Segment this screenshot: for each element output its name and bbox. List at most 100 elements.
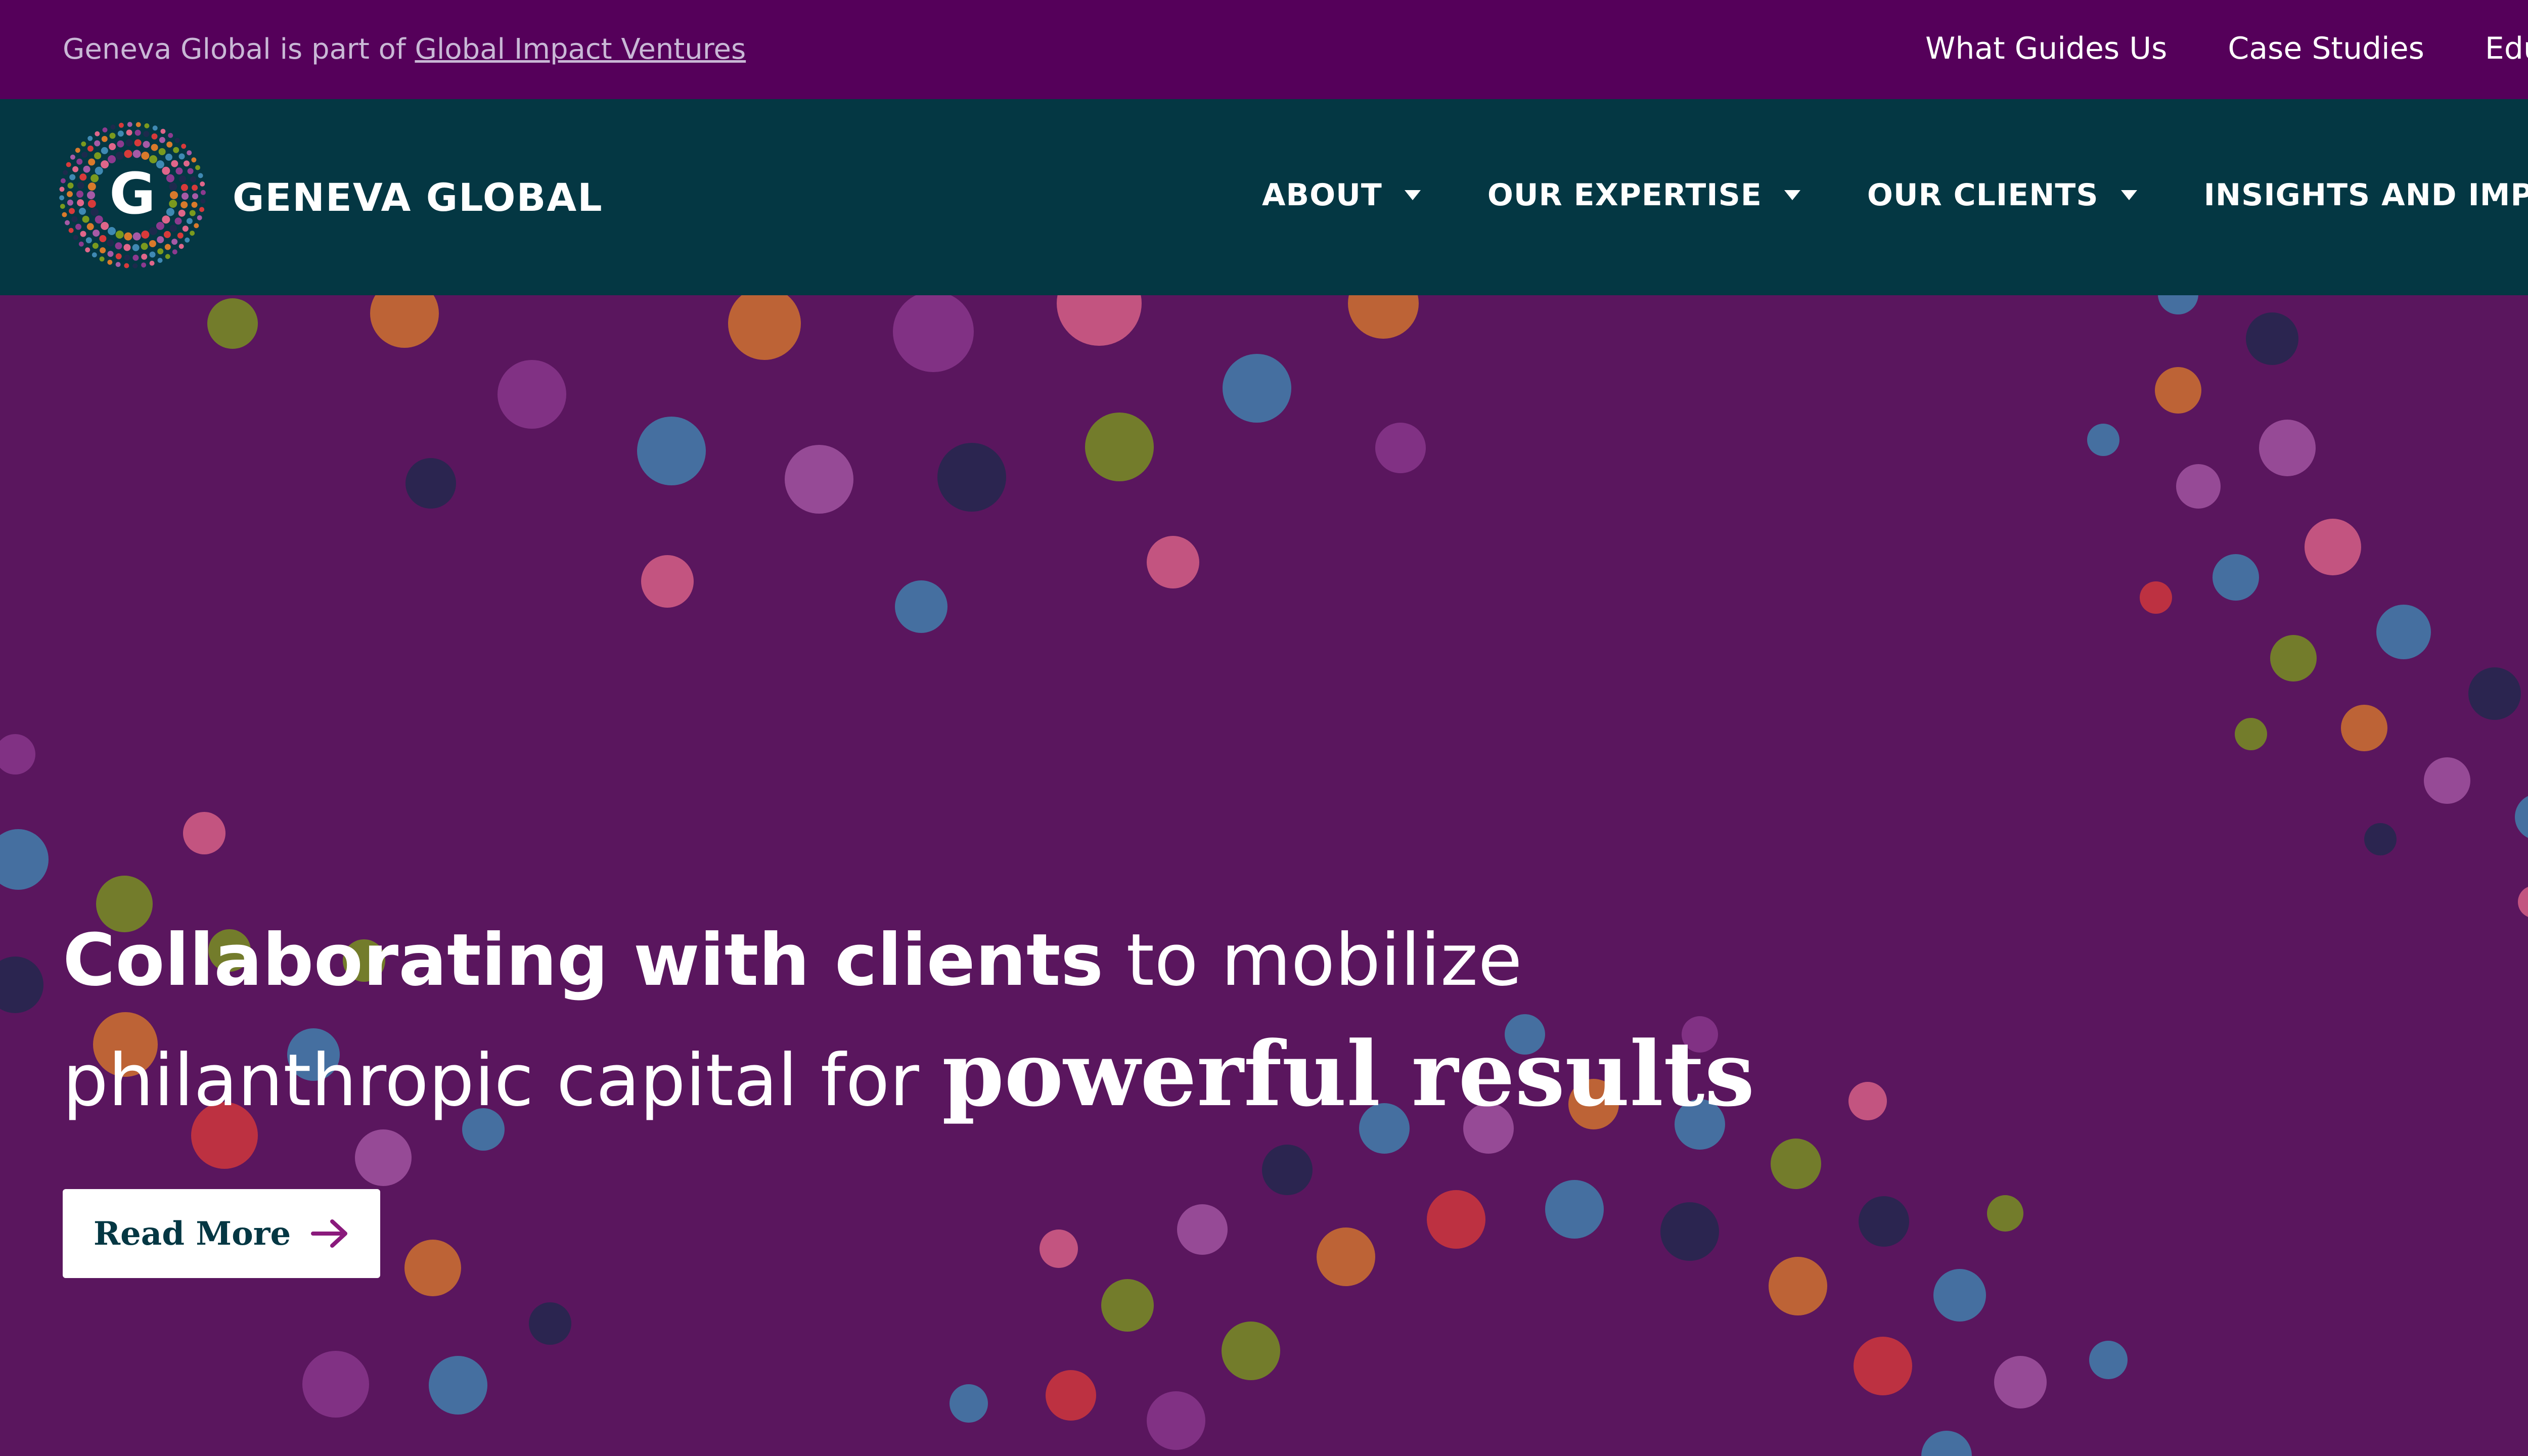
logo-dot	[178, 153, 185, 160]
logo-dot	[115, 231, 124, 239]
hero-headline-emphasis: powerful results	[942, 1022, 1755, 1126]
decorative-dot	[2089, 1341, 2128, 1379]
decorative-dot	[1085, 413, 1154, 481]
logo-dot	[81, 152, 88, 158]
logo-dot	[65, 220, 70, 225]
logo-dot	[149, 240, 156, 247]
top-utility-bar: Geneva Global is part of Global Impact V…	[0, 0, 2528, 99]
logo-dot	[141, 253, 148, 260]
logo-dot	[141, 231, 150, 239]
nav-item-about-label: ABOUT	[1262, 177, 1382, 213]
logo-dot	[79, 173, 87, 181]
logo-dot	[132, 263, 138, 268]
chevron-down-icon[interactable]	[2120, 190, 2137, 200]
decorative-dot	[1769, 1257, 1827, 1315]
decorative-dot	[1046, 1370, 1096, 1421]
logo-icon[interactable]: G	[57, 119, 208, 271]
decorative-dot	[1101, 1279, 1154, 1332]
decorative-dot	[895, 580, 947, 633]
read-more-label: Read More	[93, 1214, 291, 1253]
logo-dot	[92, 243, 99, 249]
decorative-dot	[1317, 1227, 1375, 1286]
logo-dot	[109, 143, 116, 150]
decorative-dot	[1933, 1269, 1986, 1322]
decorative-dot	[2213, 554, 2259, 601]
utility-link-what-guides-us[interactable]: What Guides Us	[1925, 28, 2167, 69]
logo-dot	[101, 221, 109, 230]
decorative-dot	[2376, 605, 2431, 659]
decorative-dot	[728, 287, 801, 360]
logo-dot	[141, 152, 150, 160]
logo-dot	[87, 183, 96, 191]
logo-dot	[85, 237, 92, 244]
hero-headline-line-1: Collaborating with clients to mobilize	[63, 905, 1883, 1016]
logo-dot	[159, 136, 165, 143]
logo-dot	[163, 231, 171, 238]
decorative-dot	[2341, 705, 2387, 751]
nav-menu: ABOUT OUR EXPERTISE OUR CLIENTS INSIGHTS…	[1262, 170, 2528, 220]
arrow-right-icon	[311, 1219, 348, 1248]
logo-dot	[91, 174, 99, 183]
chevron-down-icon[interactable]	[1784, 190, 1800, 200]
logo-dot	[149, 251, 156, 258]
utility-link-case-studies[interactable]: Case Studies	[2228, 28, 2424, 69]
main-navigation: G GENEVA GLOBAL ABOUT OUR EXPERTISE OUR …	[0, 99, 2528, 295]
read-more-button[interactable]: Read More	[63, 1189, 380, 1278]
logo-dot	[79, 207, 86, 215]
logo-dot	[99, 256, 105, 262]
logo-dot	[195, 165, 200, 170]
chevron-down-icon[interactable]	[1404, 190, 1421, 200]
decorative-dot	[1994, 1356, 2047, 1408]
logo-dot	[162, 166, 170, 175]
decorative-dot	[1262, 1145, 1313, 1195]
nav-item-about[interactable]: ABOUT	[1262, 177, 1421, 213]
decorative-dot	[1147, 536, 1199, 588]
logo-dot	[63, 170, 68, 175]
decorative-dot	[1223, 354, 1291, 423]
utility-link-educat[interactable]: Educat	[2485, 28, 2528, 69]
parent-company-prefix: Geneva Global is part of	[63, 33, 415, 66]
decorative-dot	[1545, 1180, 1604, 1239]
logo-letter: G	[109, 161, 156, 227]
logo-dot	[124, 232, 132, 241]
decorative-dot	[641, 555, 694, 608]
logo-dot	[124, 263, 129, 268]
logo-dot	[180, 184, 188, 191]
logo-dot	[78, 241, 84, 247]
decorative-dot	[1859, 1196, 1909, 1247]
decorative-dot	[183, 812, 225, 854]
decorative-dot	[2087, 424, 2119, 456]
logo-dot	[94, 152, 102, 160]
parent-company-link[interactable]: Global Impact Ventures	[415, 33, 746, 66]
nav-item-our-clients[interactable]: OUR CLIENTS	[1867, 177, 2137, 213]
logo-dot	[77, 199, 84, 207]
logo-dot	[151, 133, 158, 140]
logo-dot	[157, 258, 163, 263]
logo-dot	[70, 154, 75, 160]
logo-dot	[169, 200, 177, 208]
decorative-dot	[1660, 1202, 1719, 1261]
nav-item-our-clients-label: OUR CLIENTS	[1867, 177, 2099, 213]
logo-dot	[102, 127, 108, 132]
nav-item-our-expertise[interactable]: OUR EXPERTISE	[1487, 177, 1800, 213]
logo-dot	[157, 236, 164, 244]
nav-item-insights-and-impact[interactable]: INSIGHTS AND IMPACT	[2204, 177, 2528, 213]
decorative-dot	[498, 360, 566, 429]
logo-dot	[174, 217, 182, 225]
logo-dot	[200, 181, 205, 187]
decorative-dot	[2518, 887, 2528, 917]
logo-dot	[95, 166, 103, 175]
decorative-dot	[2140, 581, 2172, 614]
decorative-dot	[207, 298, 258, 349]
logo-dot	[132, 244, 140, 251]
decorative-dot	[529, 1302, 571, 1345]
logo-dot	[141, 243, 148, 250]
logo-dot	[185, 237, 190, 243]
hero-headline-bold: Collaborating with clients	[63, 919, 1104, 1002]
logo-wordmark[interactable]: GENEVA GLOBAL	[233, 175, 603, 220]
logo-dot	[165, 153, 172, 161]
logo-dot	[199, 207, 205, 212]
logo-dot	[127, 122, 132, 127]
logo-dot	[67, 199, 73, 206]
decorative-dot	[1222, 1322, 1280, 1380]
